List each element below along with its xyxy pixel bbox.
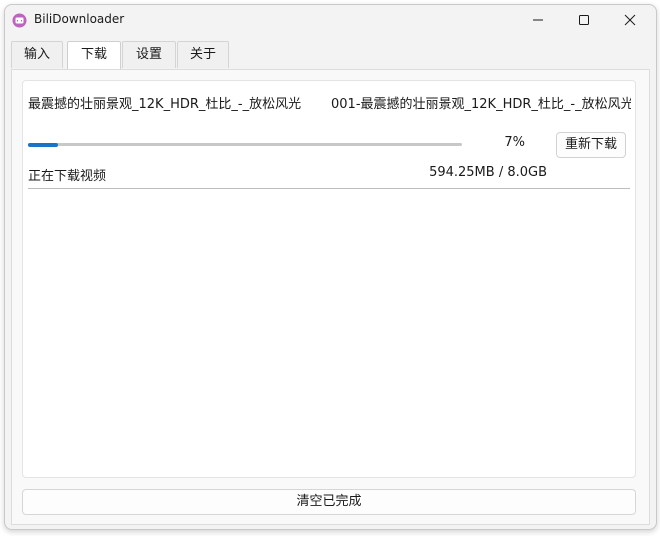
- progress-percent: 7%: [504, 135, 525, 150]
- minimize-icon: [533, 19, 543, 21]
- progress-fill: [28, 142, 59, 147]
- item-divider: [28, 188, 630, 189]
- bili-app-icon: [12, 13, 27, 28]
- download-item: 最震撼的壮丽景观_12K_HDR_杜比_-_放松风光 001-最震撼的壮丽景观_…: [23, 81, 635, 193]
- maximize-icon: [579, 15, 589, 25]
- video-title: 最震撼的壮丽景观_12K_HDR_杜比_-_放松风光: [28, 97, 302, 112]
- close-button[interactable]: [607, 5, 653, 35]
- clear-completed-button[interactable]: 清空已完成: [22, 489, 636, 515]
- tab-about[interactable]: 关于: [177, 41, 229, 68]
- title-bar[interactable]: BiliDownloader: [5, 5, 656, 35]
- download-panel: 最震撼的壮丽景观_12K_HDR_杜比_-_放松风光 001-最震撼的壮丽景观_…: [11, 69, 650, 525]
- file-name: 001-最震撼的壮丽景观_12K_HDR_杜比_-_放松风光: [331, 97, 631, 112]
- download-size: 594.25MB / 8.0GB: [429, 165, 547, 180]
- tab-settings[interactable]: 设置: [122, 41, 176, 68]
- tab-input[interactable]: 输入: [11, 41, 63, 68]
- progress-bar: [28, 142, 462, 147]
- app-window: BiliDownloader 输入 下载 设置 关于 最震撼的壮丽景观_12K_…: [4, 4, 657, 530]
- close-icon: [624, 14, 636, 26]
- window-title: BiliDownloader: [34, 12, 125, 26]
- maximize-button[interactable]: [561, 5, 607, 35]
- minimize-button[interactable]: [515, 5, 561, 35]
- download-list[interactable]: 最震撼的壮丽景观_12K_HDR_杜比_-_放松风光 001-最震撼的壮丽景观_…: [22, 80, 636, 478]
- redownload-button[interactable]: 重新下载: [556, 132, 626, 158]
- download-status: 正在下载视频: [28, 169, 107, 184]
- tab-download[interactable]: 下载: [67, 41, 121, 70]
